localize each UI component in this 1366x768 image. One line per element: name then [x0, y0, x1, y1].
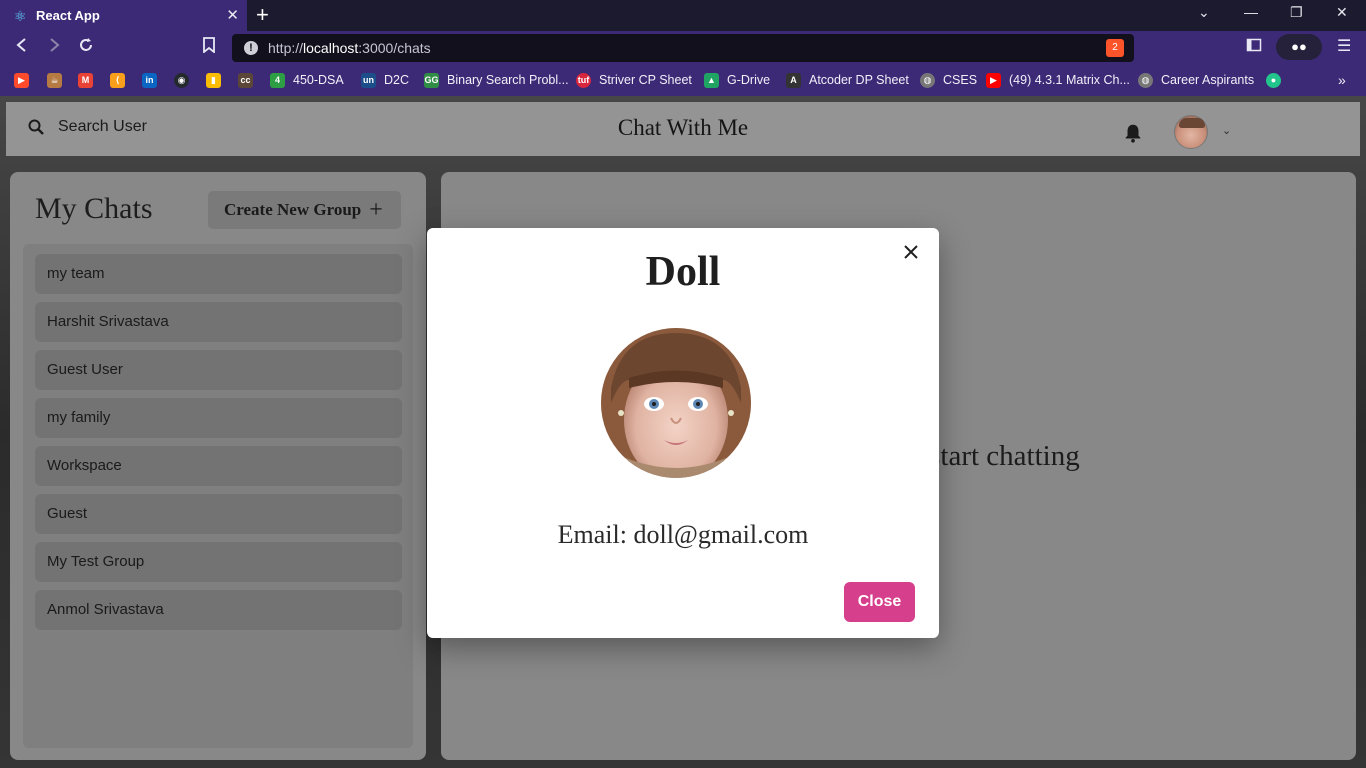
- bookmark-item[interactable]: in: [142, 71, 157, 89]
- bookmark-item[interactable]: ◍ Career Aspirants: [1138, 71, 1254, 89]
- browser-tab[interactable]: ⚛ React App ✕: [0, 0, 247, 31]
- new-tab-icon[interactable]: +: [256, 3, 269, 27]
- tuf-icon: tuf: [576, 72, 591, 88]
- profile-photo: [601, 328, 751, 478]
- youtube-red-icon: ▶: [14, 72, 29, 88]
- bookmarks-overflow-icon[interactable]: »: [1338, 71, 1346, 89]
- bookmark-item[interactable]: ◍ CSES: [920, 71, 977, 89]
- avatar-hair: [1179, 118, 1205, 128]
- chat-list-item[interactable]: Harshit Srivastava: [35, 302, 402, 342]
- gmail-icon: M: [78, 72, 93, 88]
- chat-list-item[interactable]: my family: [35, 398, 402, 438]
- atcoder-icon: A: [786, 72, 801, 88]
- chat-list-item[interactable]: Anmol Srivastava: [35, 590, 402, 630]
- chat-list-item[interactable]: my team: [35, 254, 402, 294]
- sidebar-toggle-icon[interactable]: [1246, 37, 1262, 59]
- create-group-button[interactable]: Create New Group +: [208, 191, 401, 229]
- bookmark-label: Atcoder DP Sheet: [809, 73, 909, 87]
- profile-avatar[interactable]: [1174, 115, 1208, 149]
- profile-email: Email: doll@gmail.com: [557, 520, 809, 549]
- url-path: :3000/chats: [358, 40, 431, 56]
- create-group-label: Create New Group: [224, 200, 362, 219]
- gfg-icon: GG: [424, 72, 439, 88]
- chevron-down-icon[interactable]: ⌄: [1222, 124, 1231, 137]
- site-info-icon[interactable]: !: [244, 41, 258, 55]
- profile-photo-image: [601, 328, 751, 478]
- app-title: Chat With Me: [617, 115, 749, 140]
- forward-icon[interactable]: [46, 37, 62, 59]
- bell-icon[interactable]: [1122, 122, 1144, 144]
- bookmark-label: Binary Search Probl...: [447, 73, 569, 87]
- tab-search-chevron-icon[interactable]: ⌄: [1198, 4, 1210, 21]
- reader-mode-icon[interactable]: ●●: [1276, 34, 1322, 60]
- four-icon: 4: [270, 72, 285, 88]
- bookmark-item[interactable]: ◉: [174, 71, 189, 89]
- plus-icon: +: [369, 197, 383, 223]
- reload-icon[interactable]: [78, 37, 94, 59]
- bookmark-item[interactable]: ▲ G-Drive: [704, 71, 770, 89]
- bookmark-item[interactable]: A Atcoder DP Sheet: [786, 71, 909, 89]
- unstop-icon: un: [361, 72, 376, 88]
- bookmark-item[interactable]: M: [78, 71, 93, 89]
- url-host: localhost: [303, 40, 359, 56]
- bookmarks-bar: ▶ ☕ M ⟨ in ◉ ▮ cc 4 450-DSA un D2C GG Binar…: [0, 64, 1366, 96]
- globe-icon: ◍: [920, 72, 935, 88]
- bookmark-label: (49) 4.3.1 Matrix Ch...: [1009, 73, 1130, 87]
- chat-list: my team Harshit Srivastava Guest User my…: [23, 244, 413, 748]
- address-bar[interactable]: ! http://localhost:3000/chats 2: [232, 34, 1134, 62]
- restore-icon[interactable]: ❐: [1290, 4, 1303, 21]
- browser-toolbar: ! http://localhost:3000/chats 2 ●● ☰: [0, 31, 1366, 64]
- brave-shield-icon[interactable]: 2: [1106, 39, 1124, 57]
- bookmark-item[interactable]: tuf Striver CP Sheet: [576, 71, 692, 89]
- brave-badge: 2: [1112, 42, 1118, 53]
- my-chats-panel: My Chats Create New Group + my team Hars…: [10, 172, 426, 760]
- chat-list-item[interactable]: Guest: [35, 494, 402, 534]
- bookmark-item[interactable]: ▶ (49) 4.3.1 Matrix Ch...: [986, 71, 1130, 89]
- bookmark-label: G-Drive: [727, 73, 771, 87]
- url-scheme: http://: [268, 40, 304, 56]
- chat-list-item[interactable]: My Test Group: [35, 542, 402, 582]
- bookmark-item[interactable]: ●: [1266, 71, 1281, 89]
- tab-close-icon[interactable]: ✕: [226, 6, 239, 24]
- bookmark-item[interactable]: GG Binary Search Probl...: [424, 71, 569, 89]
- bookmark-item[interactable]: 4 450-DSA: [270, 71, 344, 89]
- bookmark-label: Striver CP Sheet: [599, 73, 692, 87]
- minimize-icon[interactable]: —: [1244, 4, 1258, 20]
- bookmark-label: 450-DSA: [293, 73, 344, 87]
- cc-icon: cc: [238, 72, 253, 88]
- bookmark-item[interactable]: un D2C: [361, 71, 409, 89]
- bookmark-icon[interactable]: [202, 37, 216, 59]
- codechef-icon: ☕: [47, 72, 62, 88]
- youtube-icon: ▶: [986, 72, 1001, 88]
- my-chats-title: My Chats: [35, 192, 153, 225]
- tab-title: React App: [36, 8, 100, 23]
- bookmark-label: CSES: [943, 73, 978, 87]
- leetcode-icon: ⟨: [110, 72, 125, 88]
- profile-name: Doll: [645, 249, 721, 295]
- back-icon[interactable]: [14, 37, 30, 59]
- chart-icon: ▮: [206, 72, 221, 88]
- profile-modal: Doll Email: doll@gmail.com Close: [427, 228, 939, 638]
- google-drive-icon: ▲: [704, 72, 719, 88]
- bookmark-item[interactable]: ⟨: [110, 71, 125, 89]
- chat-bubble-icon: ●: [1266, 72, 1281, 88]
- bookmark-item[interactable]: cc: [238, 71, 253, 89]
- app-header: Search User Chat With Me ⌄: [6, 102, 1360, 156]
- chat-list-item[interactable]: Guest User: [35, 350, 402, 390]
- bookmark-label: D2C: [384, 73, 410, 87]
- bookmark-item[interactable]: ▮: [206, 71, 221, 89]
- bookmark-item[interactable]: ▶: [14, 71, 29, 89]
- bookmark-item[interactable]: ☕: [47, 71, 62, 89]
- window-close-icon[interactable]: ✕: [1336, 4, 1348, 21]
- globe-icon: ◍: [1138, 72, 1153, 88]
- browser-tab-bar: ⚛ React App ✕ + ⌄ — ❐ ✕: [0, 0, 1366, 31]
- menu-icon[interactable]: ☰: [1337, 37, 1351, 57]
- bookmark-label: Career Aspirants: [1161, 73, 1255, 87]
- close-button[interactable]: Close: [844, 582, 915, 622]
- linkedin-icon: in: [142, 72, 157, 88]
- github-icon: ◉: [174, 72, 189, 88]
- chat-list-item[interactable]: Workspace: [35, 446, 402, 486]
- react-logo-icon: ⚛: [13, 7, 27, 24]
